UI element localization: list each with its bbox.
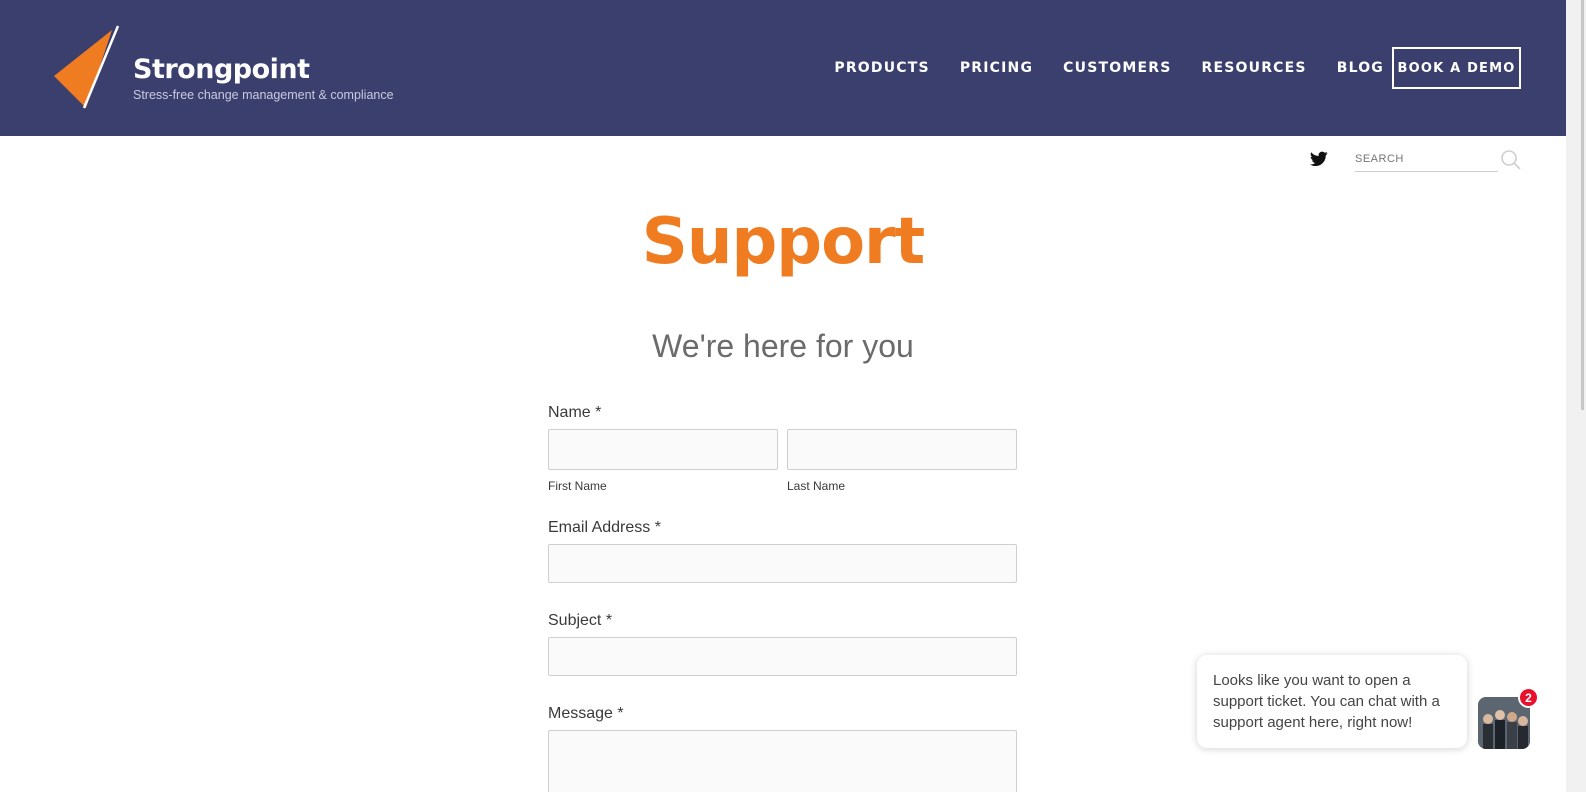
- main-nav: PRODUCTS PRICING CUSTOMERS RESOURCES BLO…: [834, 60, 1384, 76]
- chat-notification-badge: 2: [1518, 687, 1539, 708]
- search-icon[interactable]: [1500, 149, 1522, 171]
- nav-item-pricing[interactable]: PRICING: [960, 60, 1033, 76]
- email-field[interactable]: [548, 544, 1017, 583]
- message-field[interactable]: [548, 730, 1017, 792]
- nav-item-resources[interactable]: RESOURCES: [1202, 60, 1307, 76]
- brand-name[interactable]: Strongpoint: [133, 54, 310, 85]
- brand-tagline: Stress-free change management & complian…: [133, 88, 394, 102]
- book-demo-button[interactable]: BOOK A DEMO: [1392, 47, 1521, 89]
- subject-field[interactable]: [548, 637, 1017, 676]
- nav-item-products[interactable]: PRODUCTS: [834, 60, 929, 76]
- first-name-label: First Name: [548, 479, 607, 493]
- last-name-label: Last Name: [787, 479, 846, 493]
- message-label: Message *: [548, 705, 624, 722]
- chat-prompt-bubble[interactable]: Looks like you want to open a support ti…: [1197, 655, 1467, 748]
- subject-label: Subject *: [548, 612, 613, 629]
- strongpoint-logo-icon[interactable]: [52, 24, 122, 112]
- nav-item-blog[interactable]: BLOG: [1337, 60, 1384, 76]
- search-field: [1355, 147, 1498, 172]
- page-subtitle: We're here for you: [652, 328, 914, 364]
- email-label: Email Address *: [548, 519, 661, 536]
- first-name-field[interactable]: [548, 429, 778, 470]
- search-input[interactable]: [1355, 147, 1498, 171]
- scrollbar-thumb[interactable]: [1581, 0, 1584, 410]
- name-label: Name *: [548, 404, 602, 421]
- scrollbar[interactable]: [1566, 0, 1586, 792]
- last-name-field[interactable]: [787, 429, 1017, 470]
- site-header: Strongpoint Stress-free change managemen…: [0, 0, 1566, 136]
- page-title: Support: [641, 205, 925, 279]
- nav-item-customers[interactable]: CUSTOMERS: [1063, 60, 1171, 76]
- twitter-icon[interactable]: [1310, 151, 1328, 167]
